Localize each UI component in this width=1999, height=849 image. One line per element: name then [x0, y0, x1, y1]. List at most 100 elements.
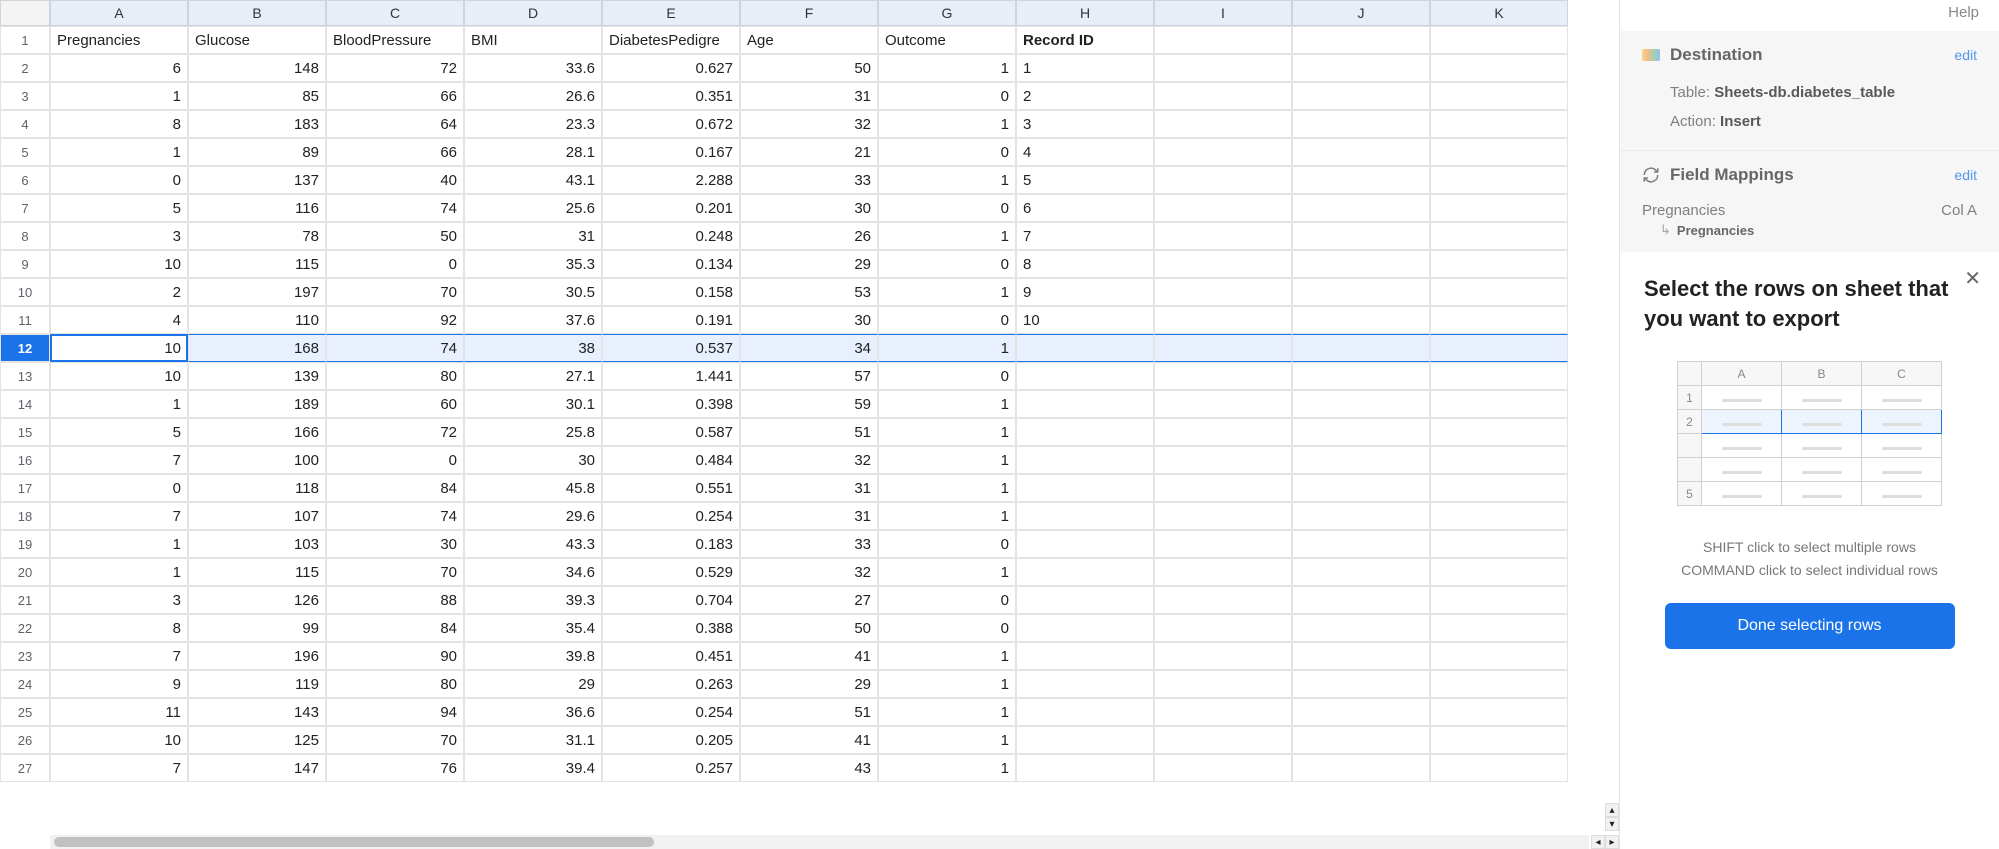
cell[interactable]: 36.6	[464, 698, 602, 726]
cell[interactable]: 115	[188, 250, 326, 278]
row-header[interactable]: 15	[0, 418, 50, 446]
cell[interactable]: 50	[740, 54, 878, 82]
cell[interactable]: 10	[50, 362, 188, 390]
cell[interactable]: 3	[50, 222, 188, 250]
cell[interactable]: 0.183	[602, 530, 740, 558]
cell[interactable]: 31	[740, 474, 878, 502]
cell[interactable]: 4	[50, 306, 188, 334]
cell[interactable]: 27.1	[464, 362, 602, 390]
cell[interactable]: 1	[50, 138, 188, 166]
cell[interactable]	[1016, 726, 1154, 754]
cell[interactable]: 0	[878, 194, 1016, 222]
cell[interactable]	[1154, 446, 1292, 474]
row-header[interactable]: 23	[0, 642, 50, 670]
cell[interactable]: 118	[188, 474, 326, 502]
cell[interactable]	[1430, 558, 1568, 586]
cell[interactable]: 196	[188, 642, 326, 670]
cell[interactable]: 70	[326, 278, 464, 306]
cell[interactable]	[1016, 754, 1154, 782]
cell[interactable]: 1	[878, 110, 1016, 138]
row-header[interactable]: 3	[0, 82, 50, 110]
cell[interactable]: 74	[326, 502, 464, 530]
row-header[interactable]: 16	[0, 446, 50, 474]
cell[interactable]: 2	[1016, 82, 1154, 110]
sheet-tab-next-icon[interactable]: ▸	[1605, 835, 1619, 849]
cell[interactable]: 57	[740, 362, 878, 390]
cell[interactable]: 0	[878, 306, 1016, 334]
cell[interactable]: 189	[188, 390, 326, 418]
cell[interactable]: 139	[188, 362, 326, 390]
cell[interactable]: 0.248	[602, 222, 740, 250]
cell[interactable]: 107	[188, 502, 326, 530]
cell[interactable]: 0.587	[602, 418, 740, 446]
cell[interactable]: 99	[188, 614, 326, 642]
cell[interactable]: 92	[326, 306, 464, 334]
cell[interactable]	[1016, 502, 1154, 530]
row-header[interactable]: 21	[0, 586, 50, 614]
cell[interactable]	[1430, 166, 1568, 194]
cell[interactable]	[1292, 446, 1430, 474]
cell[interactable]: 76	[326, 754, 464, 782]
cell[interactable]: 1.441	[602, 362, 740, 390]
cell[interactable]: 0	[326, 250, 464, 278]
cell[interactable]	[1154, 418, 1292, 446]
cell[interactable]: 1	[878, 558, 1016, 586]
cell[interactable]: 30	[326, 530, 464, 558]
cell[interactable]: 143	[188, 698, 326, 726]
cell[interactable]	[1430, 642, 1568, 670]
cell[interactable]: 11	[50, 698, 188, 726]
cell[interactable]	[1016, 698, 1154, 726]
cell[interactable]: 116	[188, 194, 326, 222]
row-header[interactable]: 19	[0, 530, 50, 558]
cell[interactable]: 0.134	[602, 250, 740, 278]
cell[interactable]: 1	[878, 642, 1016, 670]
cell[interactable]	[1154, 194, 1292, 222]
cell[interactable]: 34	[740, 334, 878, 362]
cell[interactable]: 8	[50, 110, 188, 138]
cell[interactable]: 60	[326, 390, 464, 418]
cell[interactable]: 31	[464, 222, 602, 250]
cell[interactable]	[1154, 670, 1292, 698]
cell[interactable]: 0.672	[602, 110, 740, 138]
cell[interactable]: 1	[878, 222, 1016, 250]
cell[interactable]: 103	[188, 530, 326, 558]
cell[interactable]: 29	[464, 670, 602, 698]
cell[interactable]: 21	[740, 138, 878, 166]
cell[interactable]: 2	[50, 278, 188, 306]
cell[interactable]	[1292, 306, 1430, 334]
cell[interactable]: 66	[326, 138, 464, 166]
cell[interactable]: 125	[188, 726, 326, 754]
cell[interactable]: 1	[878, 278, 1016, 306]
column-header[interactable]: G	[878, 0, 1016, 26]
cell[interactable]: 10	[50, 726, 188, 754]
cell[interactable]: 31	[740, 502, 878, 530]
cell[interactable]: 1	[878, 446, 1016, 474]
cell[interactable]: 0.537	[602, 334, 740, 362]
cell[interactable]: 0.257	[602, 754, 740, 782]
row-header[interactable]: 4	[0, 110, 50, 138]
cell[interactable]	[1430, 278, 1568, 306]
cell[interactable]	[1430, 362, 1568, 390]
cell[interactable]	[1016, 474, 1154, 502]
cell[interactable]	[1430, 250, 1568, 278]
cell[interactable]	[1292, 334, 1430, 362]
cell[interactable]: 5	[50, 418, 188, 446]
cell[interactable]: 0	[878, 586, 1016, 614]
cell[interactable]: 147	[188, 754, 326, 782]
cell[interactable]: 6	[1016, 194, 1154, 222]
cell[interactable]: 0	[50, 166, 188, 194]
cell[interactable]	[1292, 362, 1430, 390]
row-header[interactable]: 12	[0, 334, 50, 362]
cell[interactable]	[1016, 362, 1154, 390]
help-link[interactable]: Help	[1620, 0, 1999, 31]
cell[interactable]: 100	[188, 446, 326, 474]
cell[interactable]: 41	[740, 726, 878, 754]
spreadsheet-area[interactable]: ABCDEFGHIJK1PregnanciesGlucoseBloodPress…	[0, 0, 1619, 849]
cell[interactable]	[1292, 726, 1430, 754]
cell[interactable]	[1292, 418, 1430, 446]
cell[interactable]	[1154, 390, 1292, 418]
cell[interactable]: 0.388	[602, 614, 740, 642]
cell[interactable]: 0	[878, 614, 1016, 642]
cell[interactable]: 31	[740, 82, 878, 110]
cell[interactable]: 34.6	[464, 558, 602, 586]
